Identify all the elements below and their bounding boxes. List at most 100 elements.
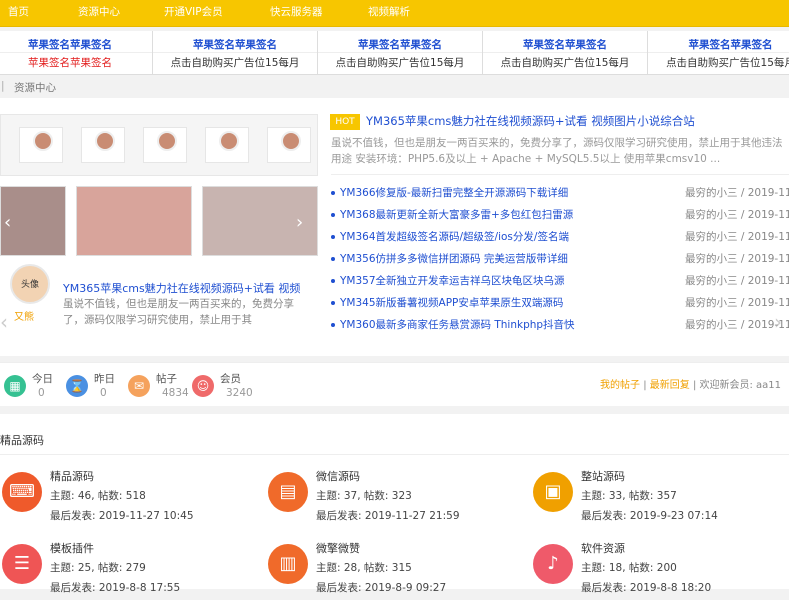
list-item[interactable]: YM368最新更新全新大富豪多雷+多包红包扫雷源 最穷的小三 / 2019-11- [331, 206, 789, 226]
software-icon: ♪ [533, 544, 573, 584]
stat-value: 3240 [226, 387, 253, 399]
slide-thumb-strip [0, 114, 318, 176]
board-last-post: 最后发表: 2019-11-27 10:45 [50, 510, 194, 522]
hot-headline[interactable]: YM365苹果cms魅力社在线视频源码+试看 视频图片小说综合站 [366, 113, 695, 129]
stat-label: 昨日 [94, 373, 115, 385]
page-prev-icon[interactable]: ‹ [0, 310, 8, 334]
bullet-icon [331, 323, 335, 327]
list-item[interactable]: YM366修复版-最新扫雷完整全开源源码下载详细 最穷的小三 / 2019-11- [331, 184, 789, 204]
wechat-icon: ▤ [268, 472, 308, 512]
ad-bottom: 点击自助购买广告位15每月 [500, 57, 630, 69]
board-stats: 主题: 25, 帖数: 279 [50, 562, 146, 574]
bullet-icon [331, 235, 335, 239]
user-icon: ☺ [192, 375, 214, 397]
avatar-name: 又熊 [14, 312, 34, 323]
nav-home[interactable]: 首页 [8, 4, 29, 19]
board-name[interactable]: 整站源码 [581, 468, 625, 484]
nav-video[interactable]: 视频解析 [368, 4, 410, 19]
news-title[interactable]: YM364首发超级签名源码/超级签/ios分发/签名端 [340, 229, 569, 244]
board-stats: 主题: 46, 帖数: 518 [50, 490, 146, 502]
top-nav: 首页 资源中心 开通VIP会员 快云服务器 视频解析 [0, 0, 789, 27]
thumb-avatar [281, 131, 301, 151]
divider [331, 174, 789, 175]
board-name[interactable]: 精品源码 [50, 468, 94, 484]
ad-cell[interactable]: 苹果签名苹果签名 点击自助购买广告位15每月 [483, 31, 648, 75]
slider-prev-icon[interactable]: ‹ [4, 212, 18, 233]
slide-photos [0, 186, 318, 256]
stat-label: 会员 [220, 373, 241, 385]
my-posts-link[interactable]: 我的帖子 [600, 380, 640, 391]
hot-badge: HOT [330, 114, 360, 130]
bullet-icon [331, 279, 335, 283]
weiqing-icon: ▥ [268, 544, 308, 584]
ad-bar: 苹果签名苹果签名 苹果签名苹果签名 苹果签名苹果签名 点击自助购买广告位15每月… [0, 31, 789, 75]
stat-label: 帖子 [156, 373, 177, 385]
nav-vip[interactable]: 开通VIP会员 [164, 4, 223, 19]
thumb-avatar [157, 131, 177, 151]
news-title[interactable]: YM366修复版-最新扫雷完整全开源源码下载详细 [340, 185, 568, 200]
board-last-post: 最后发表: 2019-11-27 21:59 [316, 510, 460, 522]
forum-section: 精品源码 ⌨ 精品源码 主题: 46, 帖数: 518 最后发表: 2019-1… [0, 414, 789, 594]
news-meta: 最穷的小三 / 2019-11- [685, 297, 789, 309]
post-icon: ✉ [128, 375, 150, 397]
calendar-icon: ▦ [4, 375, 26, 397]
avatar[interactable]: 头像 [10, 264, 50, 304]
stat-value: 0 [100, 387, 107, 399]
ad-bottom: 点击自助购买广告位15每月 [666, 57, 789, 69]
board-name[interactable]: 微擎微赞 [316, 540, 360, 556]
ad-cell[interactable]: 苹果签名苹果签名 点击自助购买广告位15每月 [648, 31, 789, 75]
board-stats: 主题: 18, 帖数: 200 [581, 562, 677, 574]
thumb-avatar [95, 131, 115, 151]
news-meta: 最穷的小三 / 2019-11- [685, 275, 789, 287]
bullet-icon [331, 191, 335, 195]
ad-bottom: 苹果签名苹果签名 [28, 57, 112, 69]
board-name[interactable]: 软件资源 [581, 540, 625, 556]
board-last-post: 最后发表: 2019-8-9 09:27 [316, 582, 447, 594]
ad-cell[interactable]: 苹果签名苹果签名 点击自助购买广告位15每月 [153, 31, 318, 75]
stat-value: 0 [38, 387, 45, 399]
news-title[interactable]: YM368最新更新全新大富豪多雷+多包红包扫雷源 [340, 207, 573, 222]
board-last-post: 最后发表: 2019-8-8 17:55 [50, 582, 181, 594]
list-item[interactable]: YM364首发超级签名源码/超级签/ios分发/签名端 最穷的小三 / 2019-… [331, 228, 789, 248]
bullet-icon [331, 301, 335, 305]
thumb-avatar [219, 131, 239, 151]
board-stats: 主题: 37, 帖数: 323 [316, 490, 412, 502]
board-name[interactable]: 微信源码 [316, 468, 360, 484]
list-item[interactable]: YM360最新多商家任务悬赏源码 Thinkphp抖音快 最穷的小三 / 2019… [331, 316, 789, 336]
news-meta: 最穷的小三 / 2019-11- [685, 319, 789, 331]
link-separator: | [643, 380, 647, 391]
nav-resources[interactable]: 资源中心 [78, 4, 120, 19]
latest-replies-link[interactable]: 最新回复 [650, 380, 690, 391]
template-icon: ☰ [2, 544, 42, 584]
divider [0, 454, 789, 455]
news-title[interactable]: YM357全新独立开发幸运吉祥乌区块龟区块乌源 [340, 273, 565, 288]
news-meta: 最穷的小三 / 2019-11- [685, 231, 789, 243]
ad-top: 苹果签名苹果签名 [28, 39, 112, 51]
list-item[interactable]: YM357全新独立开发幸运吉祥乌区块龟区块乌源 最穷的小三 / 2019-11- [331, 272, 789, 292]
breadcrumb-link[interactable]: 资源中心 [14, 80, 56, 95]
breadcrumb-separator: | [1, 80, 5, 92]
ad-top: 苹果签名苹果签名 [193, 39, 277, 51]
news-title[interactable]: YM360最新多商家任务悬赏源码 Thinkphp抖音快 [340, 317, 575, 332]
ad-top: 苹果签名苹果签名 [523, 39, 607, 51]
section-title: 精品源码 [0, 434, 44, 447]
ad-bottom: 点击自助购买广告位15每月 [170, 57, 300, 69]
board-last-post: 最后发表: 2019-8-8 18:20 [581, 582, 712, 594]
hot-summary: 虽说不值钱，但也是朋友一两百买来的，免费分享了，源码仅限学习研究使用，禁止用于其… [331, 137, 783, 165]
welcome-text: | 欢迎新会员: aa11 [692, 380, 782, 391]
board-name[interactable]: 模板插件 [50, 540, 94, 556]
news-title[interactable]: YM356仿拼多多微信拼团源码 完美运营版带详细 [340, 251, 568, 266]
list-item[interactable]: YM356仿拼多多微信拼团源码 完美运营版带详细 最穷的小三 / 2019-11- [331, 250, 789, 270]
ad-cell[interactable]: 苹果签名苹果签名 点击自助购买广告位15每月 [318, 31, 483, 75]
list-item[interactable]: YM345新版番薯视频APP安卓苹果原生双端源码 最穷的小三 / 2019-11- [331, 294, 789, 314]
thumb-avatar [33, 131, 53, 151]
slide-title[interactable]: YM365苹果cms魅力社在线视频源码+试看 视频 [63, 280, 313, 296]
board-stats: 主题: 33, 帖数: 357 [581, 490, 677, 502]
news-title[interactable]: YM345新版番薯视频APP安卓苹果原生双端源码 [340, 295, 563, 310]
nav-server[interactable]: 快云服务器 [270, 4, 323, 19]
breadcrumb: | 资源中心 [0, 77, 789, 95]
code-icon: ⌨ [2, 472, 42, 512]
stat-value: 4834 [162, 387, 189, 399]
slider-next-icon[interactable]: › [296, 212, 310, 233]
ad-cell[interactable]: 苹果签名苹果签名 苹果签名苹果签名 [0, 31, 153, 75]
